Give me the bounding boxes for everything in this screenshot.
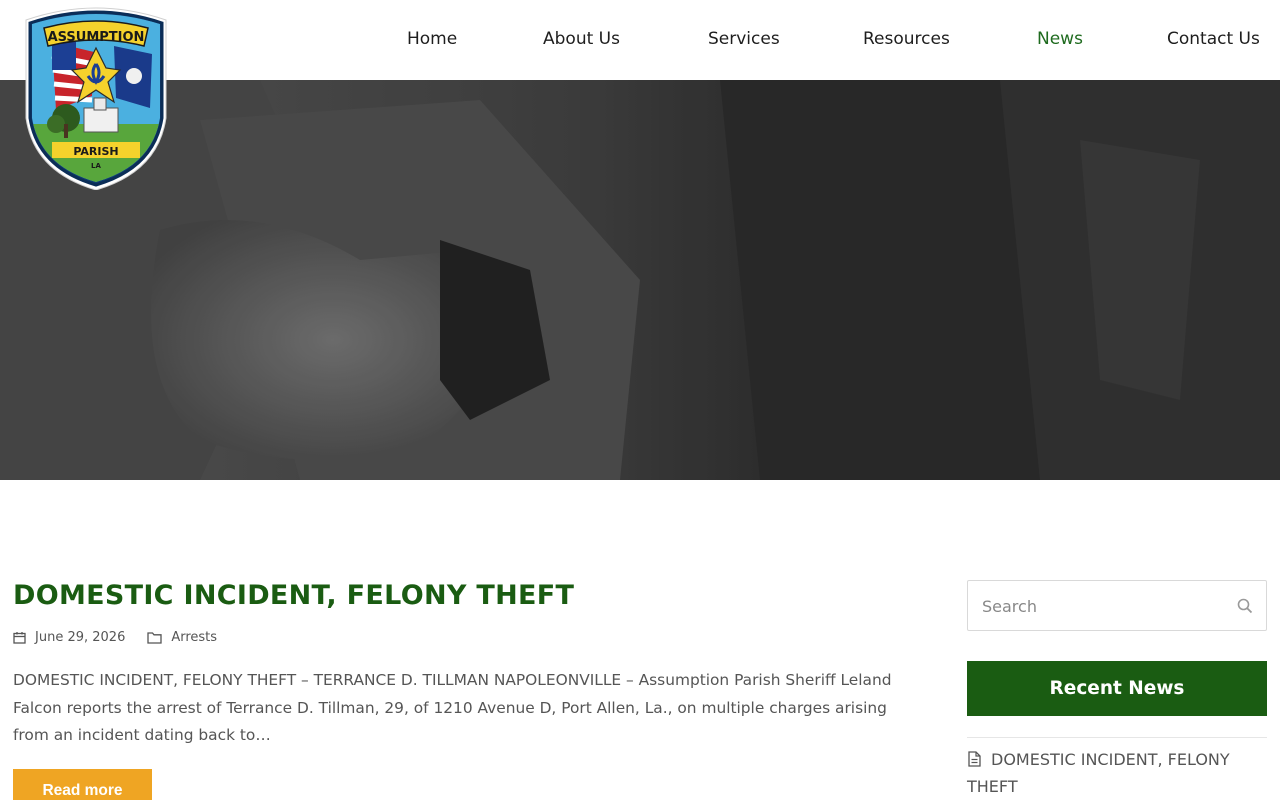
post-excerpt: DOMESTIC INCIDENT, FELONY THEFT – TERRAN… bbox=[13, 671, 892, 744]
post-category-link[interactable]: Arrests bbox=[171, 630, 217, 645]
post-title-link[interactable]: DOMESTIC INCIDENT, FELONY THEFT bbox=[13, 580, 574, 611]
search-icon[interactable] bbox=[1237, 598, 1253, 614]
nav-item-contact-us[interactable]: Contact Us bbox=[1167, 29, 1260, 49]
nav-item-news[interactable]: News bbox=[1037, 29, 1083, 49]
recent-news-item-label: DOMESTIC INCIDENT, FELONY THEFT bbox=[967, 750, 1230, 796]
site-header: Home About Us Services Resources News Co… bbox=[0, 0, 1280, 80]
nav-item-about-us[interactable]: About Us bbox=[543, 29, 620, 49]
recent-news-item[interactable]: DOMESTIC INCIDENT, FELONY THEFT bbox=[967, 746, 1267, 800]
document-icon bbox=[968, 751, 981, 767]
post-date: June 29, 2026 bbox=[35, 629, 126, 645]
search-input[interactable] bbox=[982, 595, 1222, 617]
divider bbox=[967, 737, 1267, 738]
search-form bbox=[967, 580, 1267, 631]
logo-state-text: LA bbox=[91, 162, 101, 170]
nav-item-home[interactable]: Home bbox=[407, 29, 457, 49]
calendar-icon bbox=[13, 631, 26, 644]
read-more-button[interactable]: Read more bbox=[13, 769, 152, 800]
recent-news-heading: Recent News bbox=[967, 661, 1267, 716]
folder-icon bbox=[147, 631, 162, 644]
post-meta: June 29, 2026 Arrests bbox=[13, 628, 217, 646]
logo-top-text: ASSUMPTION bbox=[48, 30, 145, 45]
hero-banner-image bbox=[0, 80, 1280, 480]
logo-bottom-text: PARISH bbox=[73, 145, 118, 158]
nav-item-services[interactable]: Services bbox=[708, 29, 780, 49]
site-logo[interactable]: ASSUMPTION PARISH LA bbox=[22, 6, 170, 191]
sheriff-badge-logo: ASSUMPTION PARISH LA bbox=[25, 7, 167, 191]
nav-item-resources[interactable]: Resources bbox=[863, 29, 950, 49]
